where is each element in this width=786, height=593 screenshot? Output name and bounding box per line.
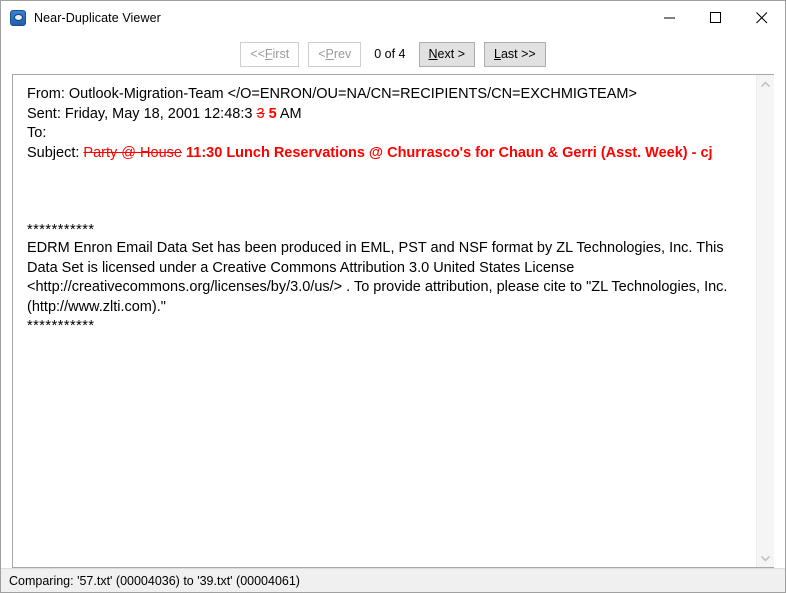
first-button-accelerator: F: [264, 47, 273, 61]
window-title: Near-Duplicate Viewer: [34, 10, 161, 25]
close-button[interactable]: [739, 1, 785, 34]
scrollbar-track[interactable]: [756, 92, 774, 550]
first-button[interactable]: << First: [240, 41, 300, 67]
sent-value-deleted: 3: [256, 105, 265, 122]
stars-top: ***********: [27, 222, 95, 239]
sent-value-inserted: 5: [268, 105, 277, 122]
chevron-up-icon: [760, 80, 770, 87]
scroll-up-button[interactable]: [756, 75, 774, 92]
content-wrapper: From: Outlook-Migration-Team </O=ENRON/O…: [1, 74, 785, 568]
first-button-suffix: irst: [272, 47, 290, 61]
app-globe-icon: [10, 9, 26, 26]
document-text-area[interactable]: From: Outlook-Migration-Team </O=ENRON/O…: [13, 75, 756, 567]
last-button-suffix: ast >>: [500, 47, 536, 61]
to-label: To:: [27, 125, 47, 142]
next-button-accelerator: N: [428, 47, 438, 61]
sent-value-plain: Friday, May 18, 2001 12:48:3: [64, 105, 253, 122]
next-button[interactable]: Next >: [418, 41, 475, 67]
chevron-down-icon: [760, 555, 770, 562]
prev-button-prefix: <: [318, 47, 326, 61]
sent-line: Sent: Friday, May 18, 2001 12:48:3 3 5 A…: [27, 105, 744, 125]
sent-value-tail: AM: [276, 105, 302, 122]
maximize-button[interactable]: [693, 1, 739, 34]
sent-label: Sent:: [27, 105, 65, 122]
from-line: From: Outlook-Migration-Team </O=ENRON/O…: [27, 85, 744, 105]
next-button-suffix: ext >: [437, 47, 465, 61]
last-button[interactable]: Last >>: [484, 41, 546, 67]
window-controls: [647, 1, 785, 34]
status-bar: Comparing: '57.txt' (00004036) to '39.tx…: [1, 568, 785, 592]
title-bar: Near-Duplicate Viewer: [1, 1, 785, 34]
body-paragraph: EDRM Enron Email Data Set has been produ…: [27, 240, 732, 315]
prev-button-suffix: rev: [333, 47, 352, 61]
subject-deleted: Party @ House: [83, 144, 182, 161]
spacer-line-2: [27, 183, 744, 203]
prev-button-accelerator: P: [325, 47, 334, 61]
navigation-toolbar: << First < Prev 0 of 4 Next > Last >>: [1, 34, 785, 74]
vertical-scrollbar[interactable]: [756, 75, 774, 567]
app-icon-globe-shape: [13, 14, 23, 21]
from-label: From:: [27, 86, 69, 102]
first-button-prefix: <<: [250, 47, 265, 61]
from-value: Outlook-Migration-Team </O=ENRON/OU=NA/C…: [68, 86, 637, 102]
spacer-line-3: [27, 203, 744, 223]
page-indicator: 0 of 4: [374, 47, 406, 61]
scroll-down-button[interactable]: [756, 550, 774, 567]
close-icon: [756, 11, 768, 23]
subject-line: Subject: Party @ House 11:30 Lunch Reser…: [27, 144, 744, 164]
stars-bottom: ***********: [27, 317, 95, 334]
spacer-line-1: [27, 163, 744, 183]
document-panel: From: Outlook-Migration-Team </O=ENRON/O…: [12, 74, 774, 568]
to-line: To:: [27, 124, 744, 144]
last-button-accelerator: L: [494, 47, 501, 61]
near-duplicate-viewer-window: Near-Duplicate Viewer << First < P rev 0…: [0, 0, 786, 593]
prev-button[interactable]: < Prev: [308, 41, 362, 67]
minimize-icon: [664, 17, 675, 18]
subject-inserted: 11:30 Lunch Reservations @ Churrasco's f…: [186, 144, 713, 161]
status-text: Comparing: '57.txt' (00004036) to '39.tx…: [9, 573, 300, 588]
subject-label: Subject:: [27, 144, 84, 161]
maximize-icon: [710, 11, 721, 23]
minimize-button[interactable]: [647, 1, 693, 34]
